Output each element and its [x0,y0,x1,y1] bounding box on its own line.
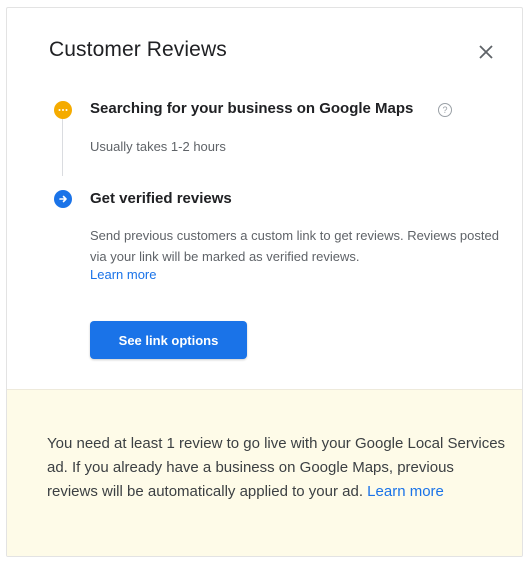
help-icon[interactable]: ? [438,103,452,117]
dialog-title: Customer Reviews [49,38,227,61]
close-icon [479,45,493,59]
step-verified-reviews-title: Get verified reviews [90,190,232,207]
customer-reviews-dialog: Customer Reviews Searching for your busi… [6,7,523,557]
step-searching-subtitle: Usually takes 1-2 hours [90,139,226,154]
notice-banner: You need at least 1 review to go live wi… [7,389,522,556]
see-link-options-button[interactable]: See link options [90,321,247,359]
close-button[interactable] [475,41,497,63]
notice-text: You need at least 1 review to go live wi… [47,432,507,504]
pending-dots-icon [54,101,72,119]
step-searching-title: Searching for your business on Google Ma… [90,100,414,117]
step-verified-reviews-description: Send previous customers a custom link to… [90,228,499,264]
notice-learn-more-link[interactable]: Learn more [367,483,444,500]
arrow-right-circle-icon [54,190,72,208]
timeline-connector [62,116,63,176]
learn-more-link[interactable]: Learn more [90,267,156,282]
